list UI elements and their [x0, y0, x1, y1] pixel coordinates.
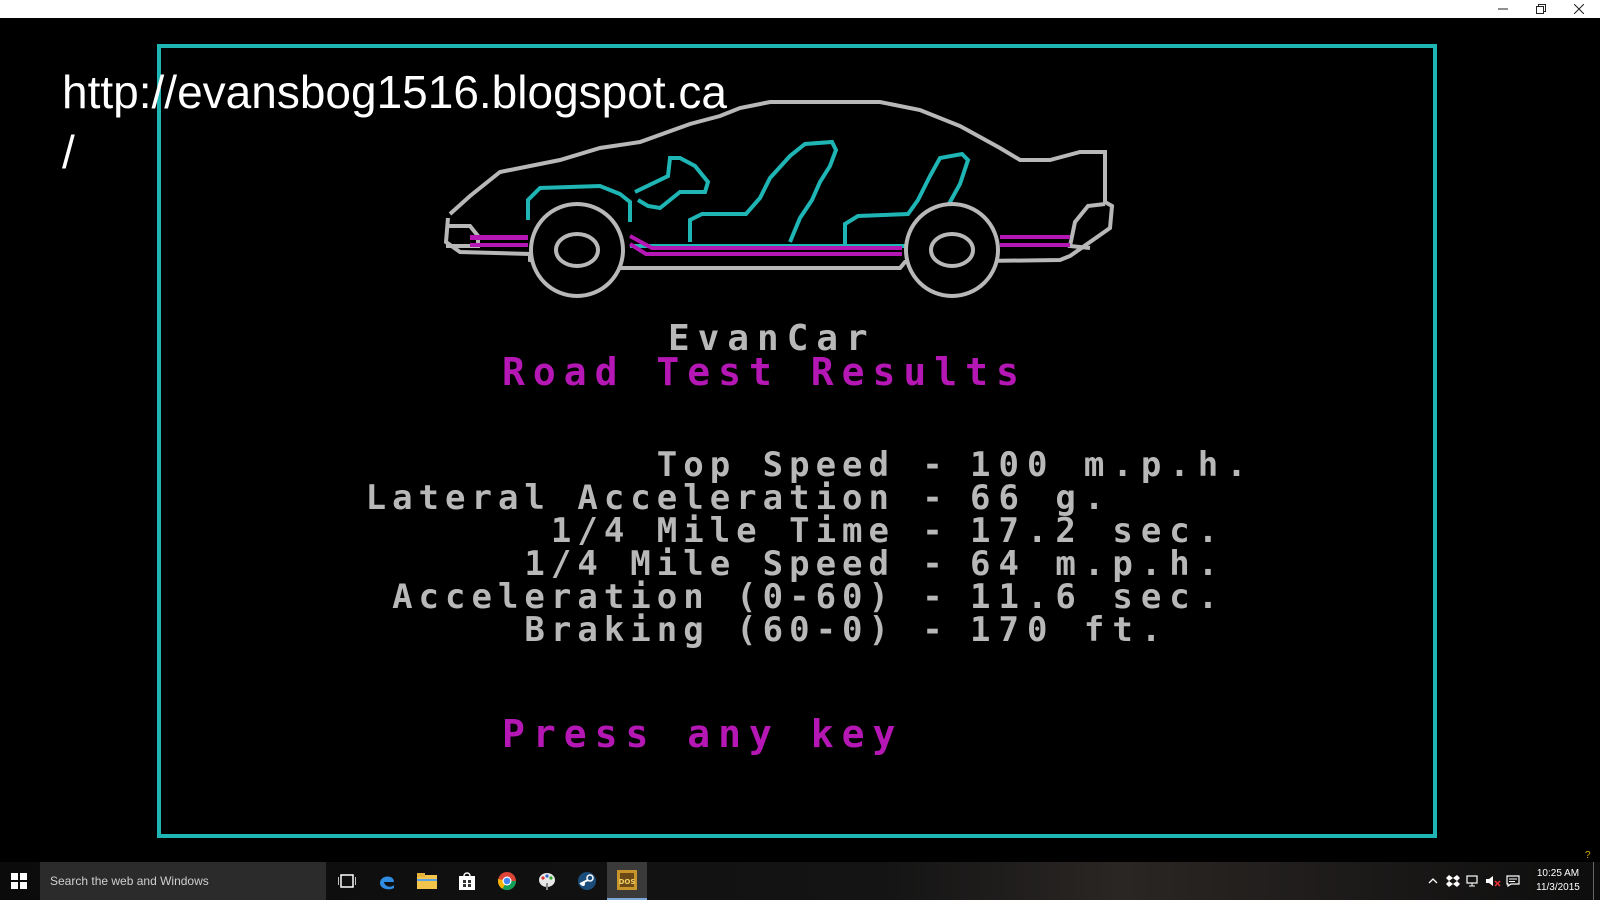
steam-button[interactable] [567, 862, 607, 900]
dropbox-tray-button[interactable] [1443, 862, 1463, 900]
edge-button[interactable] [367, 862, 407, 900]
stat-separator: - [922, 609, 943, 650]
close-icon [1574, 4, 1584, 14]
paint-app-button[interactable] [527, 862, 567, 900]
results-title: Road Test Results [502, 350, 1027, 394]
stat-value: 170 ft. [970, 609, 1170, 650]
clock-time: 10:25 AM [1536, 868, 1580, 879]
stat-label: Braking (60-0) [524, 609, 895, 650]
stat-row: Braking (60-0) - 170 ft. [225, 610, 1345, 650]
car-chassis-middle [629, 234, 902, 250]
task-view-button[interactable] [327, 862, 367, 900]
blog-url-overlay: http://evansbog1516.blogspot.ca / [62, 66, 727, 178]
chevron-up-icon [1428, 878, 1438, 884]
paint-app-icon [539, 873, 555, 890]
action-center-button[interactable] [1503, 862, 1523, 900]
show-desktop-button[interactable] [1593, 862, 1600, 900]
taskbar-search-box[interactable]: Search the web and Windows [40, 862, 326, 900]
volume-muted-icon [1486, 876, 1501, 887]
file-explorer-button[interactable] [407, 862, 447, 900]
stat-row: 1/4 Mile Time - 17.2 sec. [225, 511, 1345, 551]
volume-tray-button[interactable] [1483, 862, 1503, 900]
car-rear-wheel [904, 202, 1000, 298]
notification-icon [1506, 875, 1520, 887]
car-front-wheel [529, 202, 625, 298]
stat-row: 1/4 Mile Speed - 64 m.p.h. [225, 544, 1345, 584]
restore-button[interactable] [1522, 0, 1560, 18]
window-titlebar [0, 0, 1600, 18]
network-tray-button[interactable] [1463, 862, 1483, 900]
chrome-icon [498, 872, 516, 891]
start-button[interactable] [0, 862, 38, 900]
taskbar-clock[interactable]: 10:25 AM 11/3/2015 [1523, 867, 1593, 895]
store-button[interactable] [447, 862, 487, 900]
windows-logo-icon [11, 873, 27, 889]
stat-row: Top Speed - 100 m.p.h. [225, 445, 1345, 485]
stat-row: Lateral Acceleration - 66 g. [225, 478, 1345, 518]
corner-mark: ? [1585, 850, 1591, 861]
restore-icon [1536, 4, 1546, 14]
stat-row: Acceleration (0-60) - 11.6 sec. [225, 577, 1345, 617]
svg-text:DOS: DOS [619, 878, 636, 886]
dosbox-icon: DOS [617, 870, 637, 890]
clock-date: 11/3/2015 [1536, 882, 1580, 893]
dosbox-button[interactable]: DOS [607, 862, 647, 900]
chrome-button[interactable] [487, 862, 527, 900]
show-hidden-icons-button[interactable] [1423, 862, 1443, 900]
search-placeholder: Search the web and Windows [50, 874, 209, 888]
taskbar: Search the web and Windows DOS 10:25 AM … [0, 862, 1600, 900]
system-tray: 10:25 AM 11/3/2015 [1423, 862, 1600, 900]
dropbox-icon [1446, 875, 1460, 887]
steam-icon [578, 872, 596, 890]
minimize-button[interactable] [1484, 0, 1522, 18]
edge-icon [380, 876, 394, 890]
file-explorer-icon [417, 873, 437, 889]
store-icon [459, 872, 475, 890]
task-view-icon [338, 874, 356, 888]
press-any-key-prompt[interactable]: Press any key [502, 712, 903, 756]
minimize-icon [1498, 8, 1508, 10]
close-button[interactable] [1560, 0, 1598, 18]
road-test-stats: Top Speed - 100 m.p.h. Lateral Accelerat… [225, 445, 1345, 650]
network-icon [1466, 875, 1478, 887]
